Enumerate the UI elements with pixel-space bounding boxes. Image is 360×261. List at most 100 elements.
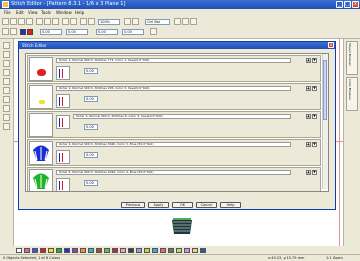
fill-tool-icon[interactable]	[3, 105, 10, 112]
palette-swatch[interactable]	[64, 248, 70, 253]
digitize-tool-icon[interactable]	[3, 123, 10, 130]
scroll-thumb[interactable]	[323, 60, 327, 120]
list-item[interactable]: Order 4, Normal Stitch, Stitches 3040, C…	[27, 139, 321, 166]
apply-button[interactable]: Apply	[148, 202, 169, 208]
list-item[interactable]: Order 1, Normal Stitch, Stitches 773, Co…	[27, 55, 321, 82]
order-down-icon[interactable]: ▼	[312, 170, 317, 175]
undo-button[interactable]	[62, 18, 69, 25]
x-field[interactable]: 0.00	[96, 29, 118, 35]
grid-button[interactable]	[124, 18, 131, 25]
order-down-icon[interactable]: ▼	[312, 86, 317, 91]
palette-swatch[interactable]	[80, 248, 86, 253]
menu-edit[interactable]: Edit	[16, 10, 24, 15]
order-up-icon[interactable]: ▲	[306, 86, 311, 91]
menu-window[interactable]: Window	[56, 10, 72, 15]
redo-button[interactable]	[70, 18, 77, 25]
list-item[interactable]: Order 5, Normal Stitch, Stitches 2040, C…	[27, 167, 321, 191]
palette-swatch[interactable]	[168, 248, 174, 253]
palette-swatch[interactable]	[152, 248, 158, 253]
width-field[interactable]: 0.00	[40, 29, 62, 35]
palette-swatch[interactable]	[24, 248, 30, 253]
palette-swatch[interactable]	[40, 248, 46, 253]
tab-color-browser[interactable]: Color Browser	[346, 77, 358, 111]
order-down-icon[interactable]: ▼	[312, 114, 317, 119]
palette-swatch[interactable]	[16, 248, 22, 253]
palette-swatch[interactable]	[120, 248, 126, 253]
list-item[interactable]: Order 2, Normal Stitch, Stitches 295, Co…	[27, 83, 321, 110]
hoop-button[interactable]	[132, 18, 139, 25]
ellipse-tool-icon[interactable]	[3, 96, 10, 103]
order-up-icon[interactable]: ▲	[306, 170, 311, 175]
order-up-icon[interactable]: ▲	[306, 142, 311, 147]
print-button[interactable]	[26, 18, 33, 25]
shape-tool-button[interactable]	[10, 28, 17, 35]
cut-button[interactable]	[36, 18, 43, 25]
height-field[interactable]: 0.00	[66, 29, 88, 35]
text-tool-icon[interactable]	[3, 69, 10, 76]
stitch-type-icon[interactable]	[56, 66, 70, 80]
palette-swatch[interactable]	[96, 248, 102, 253]
palette-swatch[interactable]	[88, 248, 94, 253]
color-chip-blue[interactable]	[20, 29, 26, 35]
align-button[interactable]	[190, 18, 197, 25]
embroidery-design[interactable]	[170, 214, 194, 238]
order-down-icon[interactable]: ▼	[312, 58, 317, 63]
tab-object-browser[interactable]: Object Browser	[346, 41, 358, 75]
menu-tools[interactable]: Tools	[41, 10, 51, 15]
font-field[interactable]: Ctrl Bar	[145, 19, 170, 25]
dialog-close-button[interactable]: x	[328, 42, 334, 48]
zoom-out-button[interactable]	[88, 18, 95, 25]
new-button[interactable]	[2, 18, 9, 25]
palette-swatch[interactable]	[192, 248, 198, 253]
palette-swatch[interactable]	[32, 248, 38, 253]
spacing-field[interactable]: 0.00	[84, 68, 98, 74]
list-item[interactable]: Order 3, Normal Stitch, Stitches 8, Colo…	[27, 111, 321, 138]
save-button[interactable]	[18, 18, 25, 25]
rect-tool-icon[interactable]	[3, 87, 10, 94]
copy-button[interactable]	[44, 18, 51, 25]
palette-swatch[interactable]	[144, 248, 150, 253]
bold-button[interactable]	[174, 18, 181, 25]
cancel-button[interactable]: Cancel	[196, 202, 217, 208]
order-up-icon[interactable]: ▲	[306, 114, 311, 119]
zoom-field[interactable]: 100%	[98, 19, 120, 25]
list-scrollbar[interactable]	[322, 54, 328, 189]
close-button[interactable]: x	[352, 1, 359, 8]
spacing-field[interactable]: 0.00	[84, 180, 98, 186]
spacing-field[interactable]: 0.00	[84, 96, 98, 102]
palette-swatch[interactable]	[200, 248, 206, 253]
y-field[interactable]: 0.00	[122, 29, 144, 35]
stitch-type-icon[interactable]	[56, 94, 70, 108]
palette-swatch[interactable]	[160, 248, 166, 253]
palette-swatch[interactable]	[56, 248, 62, 253]
palette-swatch[interactable]	[136, 248, 142, 253]
minimize-button[interactable]: _	[336, 1, 343, 8]
order-up-icon[interactable]: ▲	[306, 58, 311, 63]
maximize-button[interactable]: □	[344, 1, 351, 8]
ok-button[interactable]: OK	[172, 202, 193, 208]
previous-button[interactable]: Previous	[121, 202, 145, 208]
help-button[interactable]: Help	[220, 202, 241, 208]
spacing-field[interactable]: 0.00	[84, 152, 98, 158]
italic-button[interactable]	[182, 18, 189, 25]
open-button[interactable]	[10, 18, 17, 25]
menu-view[interactable]: View	[28, 10, 38, 15]
select-tool-button[interactable]	[2, 28, 9, 35]
palette-swatch[interactable]	[48, 248, 54, 253]
spacing-field[interactable]: 0.00	[84, 124, 98, 130]
stitch-object-list[interactable]: Order 1, Normal Stitch, Stitches 773, Co…	[25, 53, 329, 192]
color-chip-red[interactable]	[27, 29, 33, 35]
palette-swatch[interactable]	[176, 248, 182, 253]
palette-swatch[interactable]	[128, 248, 134, 253]
stitch-type-icon[interactable]	[56, 115, 70, 129]
line-tool-icon[interactable]	[3, 78, 10, 85]
paste-button[interactable]	[52, 18, 59, 25]
order-down-icon[interactable]: ▼	[312, 142, 317, 147]
lock-button[interactable]	[150, 28, 157, 35]
palette-swatch[interactable]	[112, 248, 118, 253]
palette-swatch[interactable]	[72, 248, 78, 253]
stitch-type-icon[interactable]	[56, 150, 70, 164]
menu-help[interactable]: Help	[75, 10, 84, 15]
zoom-tool-icon[interactable]	[3, 60, 10, 67]
menu-file[interactable]: File	[4, 10, 11, 15]
